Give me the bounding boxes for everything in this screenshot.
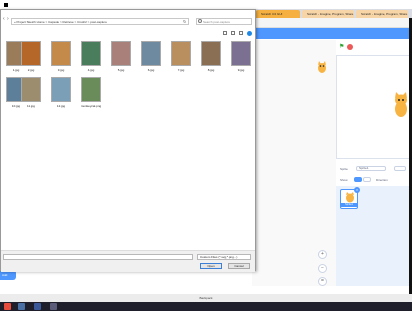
browser-tab[interactable]: Scratch 3.0 GUI [256,10,300,18]
taskbar-app-icon[interactable] [18,303,25,310]
file-open-dialog: ‹ › « Project Sketch Home > Capsule > Re… [0,9,256,272]
show-hidden-toggle[interactable] [363,177,371,182]
stop-icon[interactable] [347,44,353,50]
file-thumbnail [51,41,71,66]
address-path-bar[interactable]: « Project Sketch Home > Capsule > Retrie… [11,18,189,25]
sprite-label: Sprite [340,167,348,171]
file-item[interactable]: 8.jpg [198,41,224,75]
zoom-reset-button[interactable]: = [318,277,327,286]
file-name: 5.jpg [117,68,125,72]
file-thumbnail [141,41,161,66]
browser-tab[interactable]: Scratch - Imagine, Program, Share [302,10,354,18]
scratch-menu-bar [252,28,412,39]
file-item[interactable]: 11.jpg [18,77,44,111]
file-name: 7.jpg [177,68,185,72]
show-label: Show [340,178,348,182]
start-icon[interactable] [4,303,11,310]
file-thumbnail [231,41,251,66]
file-thumbnail [81,41,101,66]
show-visible-toggle[interactable] [354,177,362,182]
file-name: 4.jpg [87,68,95,72]
cancel-button[interactable]: Cancel [228,263,250,269]
file-list: 1.jpg 2.jpg 3.jpg 4.jpg 5.jpg 6.jpg 7.jp… [3,41,253,251]
forward-arrow-icon[interactable]: › [7,16,9,22]
browser-tab[interactable]: Scratch - Imagine, Program, Share [356,10,408,18]
search-icon [198,19,202,23]
file-item[interactable]: 6.jpg [138,41,164,75]
file-name: 9.jpg [237,68,245,72]
tab-label: Scratch - Imagine, Program, Share [361,12,408,16]
file-name: 2.jpg [27,68,35,72]
screen: Scratch 3.0 GUI Scratch - Imagine, Progr… [0,0,412,311]
file-name: 12.jpg [56,104,66,108]
file-item[interactable]: monkeycat.png [78,77,104,111]
x-input[interactable] [394,166,406,171]
taskbar-app-icon[interactable] [34,303,41,310]
window-corner-mark [4,3,8,7]
file-item[interactable]: 4.jpg [78,41,104,75]
file-name: 3.jpg [57,68,65,72]
file-thumbnail [201,41,221,66]
open-button[interactable]: Open [200,263,222,269]
taskbar [0,302,412,311]
green-flag-icon[interactable]: ⚑ [339,44,345,50]
sprite-thumbnail-label: Sprite1 [341,203,357,207]
file-item[interactable]: 2.jpg [18,41,44,75]
preview-pane-icon[interactable] [231,31,235,35]
file-name: 6.jpg [147,68,155,72]
file-item[interactable]: 3.jpg [48,41,74,75]
cat-sprite-icon [395,92,407,117]
file-thumbnail [81,77,101,102]
help-icon[interactable] [247,31,252,36]
taskbar-app-icon[interactable] [50,303,57,310]
cat-sprite-icon [318,61,326,73]
sprite-info: Sprite Sprite1 Show Direction [336,162,412,186]
file-item[interactable]: 12.jpg [48,77,74,111]
file-thumbnail [21,77,41,102]
zoom-in-button[interactable]: + [318,250,327,259]
delete-sprite-icon[interactable]: × [354,187,360,193]
top-strip [0,0,412,9]
cat-sprite-icon [346,192,354,203]
file-item[interactable]: 9.jpg [228,41,254,75]
details-icon[interactable] [239,31,243,35]
file-name: 11.jpg [27,104,35,108]
file-thumbnail [21,41,41,66]
zoom-out-button[interactable]: − [318,264,327,273]
file-name: monkeycat.png [80,104,102,108]
back-arrow-icon[interactable]: ‹ [3,16,5,22]
sprite-name-input[interactable]: Sprite1 [356,166,386,171]
search-input[interactable]: Search post-capture [196,18,252,25]
direction-label: Direction [376,178,388,182]
file-item[interactable]: 7.jpg [168,41,194,75]
tab-label: Scratch - Imagine, Program, Share [307,12,354,16]
browser-address-bar[interactable] [252,18,412,28]
refresh-icon[interactable]: ↻ [183,18,189,25]
file-item[interactable]: 5.jpg [108,41,134,75]
file-thumbnail [51,77,71,102]
backpack-bar[interactable]: Backpack [0,294,412,302]
file-name: 8.jpg [207,68,215,72]
file-thumbnail [171,41,191,66]
tab-label: Scratch 3.0 GUI [261,12,283,16]
file-thumbnail [111,41,131,66]
file-type-select[interactable]: Custom Files (*.svg;*.png...) [197,254,251,260]
view-options-icon[interactable] [223,31,227,35]
filename-input[interactable] [3,254,193,260]
